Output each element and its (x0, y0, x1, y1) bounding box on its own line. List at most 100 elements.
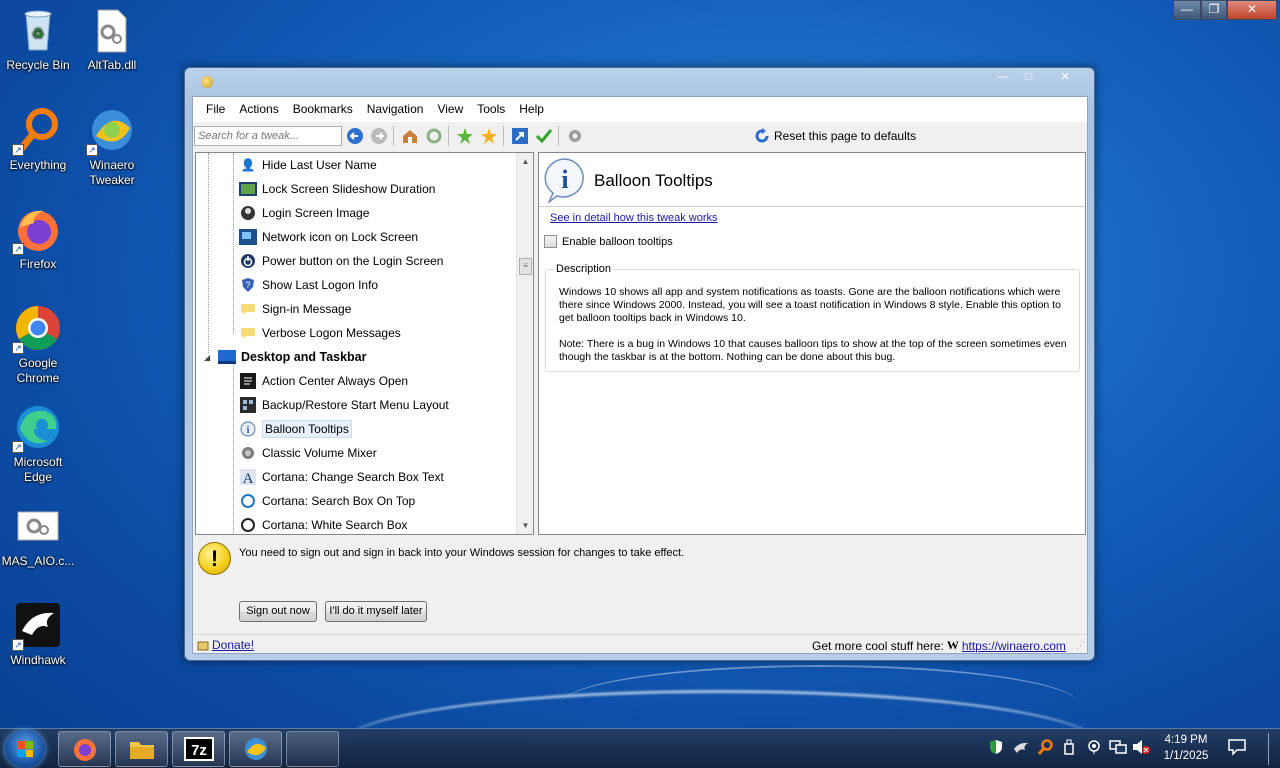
menu-help[interactable]: Help (512, 97, 551, 122)
taskbar-7zip[interactable]: 7z (172, 731, 225, 767)
description-paragraph: Windows 10 shows all app and system noti… (559, 286, 1061, 324)
notifications-icon[interactable] (1228, 738, 1246, 759)
status-bar: Donate! Get more cool stuff here: W http… (193, 634, 1087, 654)
info-icon: i (239, 420, 257, 438)
taskbar-clock[interactable]: 4:19 PM 1/1/2025 (1155, 732, 1217, 764)
donate-area: Donate! (197, 638, 254, 652)
menu-bookmarks[interactable]: Bookmarks (286, 97, 360, 122)
tree-item[interactable]: Lock Screen Slideshow Duration (239, 177, 435, 201)
resize-grip-icon[interactable]: ⋰ (1076, 640, 1085, 651)
start-button[interactable] (5, 730, 45, 768)
winaero-link[interactable]: https://winaero.com (962, 639, 1066, 653)
tree-category-desktop-taskbar[interactable]: ◢ Desktop and Taskbar (204, 345, 367, 369)
desktop-icon-everything[interactable]: ↗ Everything (0, 106, 76, 173)
taskbar-winaero-tweaker[interactable] (229, 731, 282, 767)
file-explorer-icon (129, 742, 154, 759)
security-shield-icon[interactable] (988, 739, 1004, 758)
collapse-arrow-icon[interactable]: ◢ (204, 353, 218, 362)
window-close-button[interactable]: ✕ (1053, 70, 1077, 86)
sign-out-now-button[interactable]: Sign out now (239, 601, 317, 622)
show-desktop-button[interactable] (1268, 733, 1276, 765)
cortana-icon (239, 516, 257, 534)
tree-item[interactable]: Cortana: White Search Box (239, 513, 407, 534)
window-maximize-button[interactable]: □ (1017, 70, 1041, 86)
scroll-down-arrow-icon[interactable]: ▼ (517, 517, 533, 534)
taskbar-firefox[interactable] (58, 731, 111, 767)
tweak-detail-pane: i Balloon Tooltips See in detail how thi… (538, 152, 1086, 535)
tree-item[interactable]: Backup/Restore Start Menu Layout (239, 393, 449, 417)
description-note: Note: There is a bug in Windows 10 that … (559, 338, 1067, 363)
desktop-icon-label: AltTab.dll (87, 58, 137, 72)
refresh-button[interactable] (423, 125, 445, 147)
usb-device-icon[interactable] (1063, 739, 1075, 758)
donate-link[interactable]: Donate! (212, 638, 254, 652)
home-button[interactable] (399, 125, 421, 147)
tree-item[interactable]: 👤 Hide Last User Name (239, 153, 377, 177)
menu-view[interactable]: View (430, 97, 470, 122)
everything-search-icon: ↗ (12, 106, 62, 156)
everything-tray-icon[interactable] (1037, 739, 1053, 758)
reset-page-button[interactable]: Reset this page to defaults (753, 125, 916, 147)
scroll-up-arrow-icon[interactable]: ▲ (517, 153, 533, 170)
desktop-icon-alttab[interactable]: AltTab.dll (74, 6, 150, 73)
close-button[interactable]: ✕ (1227, 0, 1277, 20)
tree-item[interactable]: Classic Volume Mixer (239, 441, 377, 465)
desktop-icon-mas-aio[interactable]: MAS_AIO.c... (0, 502, 76, 569)
tree-item[interactable]: Action Center Always Open (239, 369, 408, 393)
bookmarks-button[interactable] (478, 125, 500, 147)
desktop-icon-winaero-tweaker[interactable]: ↗ Winaero Tweaker (74, 106, 150, 188)
network-icon[interactable] (1109, 739, 1127, 758)
desktop-icon-edge[interactable]: ↗ Microsoft Edge (0, 403, 76, 485)
desktop-icon-firefox[interactable]: ↗ Firefox (0, 205, 76, 272)
webcam-icon[interactable] (1086, 739, 1102, 758)
menu-file[interactable]: File (199, 97, 232, 122)
message-icon (239, 324, 257, 342)
apply-button[interactable] (533, 125, 555, 147)
tree-item[interactable]: Power button on the Login Screen (239, 249, 443, 273)
tree-scrollbar[interactable]: ▲ ≡ ▼ (516, 153, 533, 534)
menu-tools[interactable]: Tools (470, 97, 512, 122)
menu-navigation[interactable]: Navigation (360, 97, 431, 122)
maximize-button[interactable]: ❐ (1201, 0, 1227, 20)
forward-button[interactable] (368, 125, 390, 147)
tree-item[interactable]: Network icon on Lock Screen (239, 225, 418, 249)
tree-item[interactable]: ? Show Last Logon Info (239, 273, 378, 297)
tree-item-selected[interactable]: i Balloon Tooltips (239, 417, 352, 441)
settings-button[interactable] (564, 125, 586, 147)
volume-muted-icon[interactable] (1132, 739, 1150, 758)
tree-item[interactable]: Login Screen Image (239, 201, 369, 225)
enable-balloon-tooltips-option[interactable]: Enable balloon tooltips (544, 235, 673, 248)
taskbar-file-explorer[interactable] (115, 731, 168, 767)
tweak-details-link[interactable]: See in detail how this tweak works (550, 212, 718, 224)
add-bookmark-button[interactable] (454, 125, 476, 147)
tree-item[interactable]: Cortana: Search Box On Top (239, 489, 415, 513)
do-it-later-button[interactable]: I'll do it myself later (325, 601, 427, 622)
clock-date: 1/1/2025 (1163, 750, 1209, 762)
shortcut-arrow-icon: ↗ (12, 243, 24, 255)
desktop-icon-windhawk[interactable]: ↗ Windhawk (0, 601, 76, 668)
desktop-icon-label: Google Chrome (16, 356, 60, 385)
winaero-tweaker-icon (244, 738, 267, 760)
search-input[interactable] (194, 126, 342, 146)
enable-balloon-tooltips-checkbox[interactable] (544, 235, 557, 248)
desktop-icon-chrome[interactable]: ↗ Google Chrome (0, 304, 76, 386)
desktop-icon-recycle-bin[interactable]: ♻ Recycle Bin (0, 6, 76, 73)
minimize-button[interactable]: — (1173, 0, 1201, 20)
tree-item[interactable]: A Cortana: Change Search Box Text (239, 465, 444, 489)
background-window-controls: — ❐ ✕ (1173, 0, 1277, 20)
window-minimize-button[interactable]: — (991, 70, 1015, 86)
tree-item[interactable]: Sign-in Message (239, 297, 351, 321)
help-shield-icon: ? (239, 276, 257, 294)
shortcut-button[interactable] (509, 125, 531, 147)
info-balloon-icon: i (543, 157, 587, 205)
taskbar-blank-window[interactable] (286, 731, 339, 767)
reset-label: Reset this page to defaults (774, 129, 917, 143)
scroll-thumb[interactable]: ≡ (519, 258, 532, 275)
window-titlebar[interactable]: — □ ✕ (185, 68, 1094, 96)
tray-app-icon[interactable] (1013, 739, 1029, 758)
menu-actions[interactable]: Actions (232, 97, 285, 122)
back-button[interactable] (344, 125, 366, 147)
menubar: File Actions Bookmarks Navigation View T… (193, 97, 1087, 122)
tree-item[interactable]: Verbose Logon Messages (239, 321, 401, 345)
toolbar-separator (448, 126, 449, 146)
